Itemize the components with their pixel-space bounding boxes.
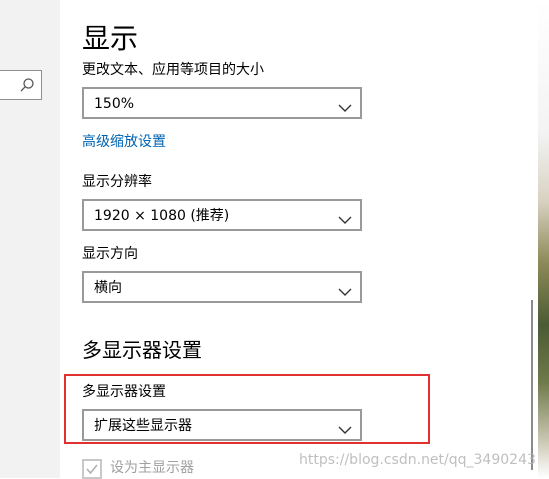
scrollbar-thumb[interactable]	[531, 300, 533, 470]
scale-value: 150%	[94, 96, 135, 112]
multi-display-value: 扩展这些显示器	[94, 418, 192, 434]
resolution-dropdown[interactable]: 1920 × 1080 (推荐)	[82, 199, 362, 231]
advanced-scaling-link[interactable]: 高级缩放设置	[82, 133, 166, 151]
page-title: 显示	[82, 22, 139, 55]
orientation-value: 横向	[94, 280, 122, 296]
orientation-dropdown[interactable]: 横向	[82, 271, 362, 303]
multi-display-dropdown[interactable]: 扩展这些显示器	[82, 409, 362, 441]
scale-label: 更改文本、应用等项目的大小	[82, 62, 264, 78]
main-display-label: 设为主显示器	[110, 460, 194, 476]
chevron-down-icon	[338, 98, 352, 112]
main-display-checkbox[interactable]	[82, 459, 102, 479]
chevron-down-icon	[338, 282, 352, 296]
multi-display-section-title: 多显示器设置	[82, 338, 202, 362]
search-icon[interactable]	[19, 77, 35, 93]
sidebar	[0, 0, 60, 478]
resolution-value: 1920 × 1080 (推荐)	[94, 208, 230, 224]
scrollbar[interactable]	[530, 0, 538, 478]
chevron-down-icon	[338, 210, 352, 224]
resolution-label: 显示分辨率	[82, 174, 152, 190]
background-window-edge	[538, 0, 549, 478]
orientation-label: 显示方向	[82, 246, 138, 262]
search-input[interactable]	[0, 70, 42, 100]
check-icon	[86, 464, 98, 475]
multi-display-label: 多显示器设置	[82, 384, 166, 400]
scale-dropdown[interactable]: 150%	[82, 87, 362, 119]
watermark: https://blog.csdn.net/qq_3490243	[299, 452, 536, 468]
chevron-down-icon	[338, 420, 352, 434]
